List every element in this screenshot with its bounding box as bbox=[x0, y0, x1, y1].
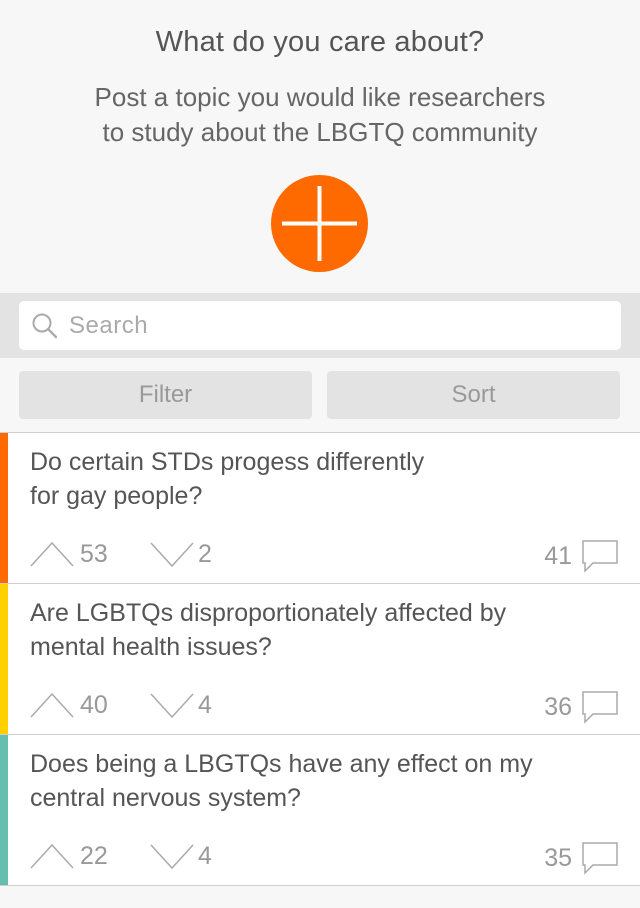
comments-button[interactable]: 36 bbox=[520, 688, 620, 726]
plus-icon bbox=[282, 186, 357, 261]
upvote-count: 22 bbox=[80, 842, 108, 870]
topic-question: Are LGBTQs disproportionately affected b… bbox=[30, 596, 620, 664]
comment-bubble-icon bbox=[582, 842, 618, 875]
comment-count: 36 bbox=[544, 693, 572, 721]
topic-question: Does being a LBGTQs have any effect on m… bbox=[30, 747, 620, 815]
filter-sort-row: Filter Sort bbox=[0, 358, 640, 432]
comment-count: 35 bbox=[544, 844, 572, 872]
search-input[interactable] bbox=[69, 307, 609, 344]
topic-question-line-1: Do certain STDs progess differently bbox=[30, 448, 425, 476]
topic-accent-stripe bbox=[0, 735, 8, 885]
header: What do you care about? Post a topic you… bbox=[0, 0, 640, 293]
comments-button[interactable]: 35 bbox=[520, 839, 620, 877]
topic-question-line-2: for gay people? bbox=[30, 482, 203, 510]
upvote-icon bbox=[30, 692, 74, 718]
search-box[interactable] bbox=[19, 301, 621, 350]
downvote-count: 2 bbox=[198, 540, 212, 568]
page-subtitle: Post a topic you would like researchers … bbox=[0, 80, 640, 150]
upvote-icon bbox=[30, 541, 74, 567]
comments-button[interactable]: 41 bbox=[520, 537, 620, 575]
downvote-count: 4 bbox=[198, 691, 212, 719]
downvote-icon bbox=[150, 844, 194, 870]
upvote-icon bbox=[30, 843, 74, 869]
topic-question-line-2: central nervous system? bbox=[30, 784, 301, 812]
search-icon bbox=[32, 313, 58, 339]
topic-card[interactable]: Does being a LBGTQs have any effect on m… bbox=[0, 735, 640, 886]
topic-accent-stripe bbox=[0, 433, 8, 583]
subtitle-line-2: to study about the LBGTQ community bbox=[102, 117, 538, 147]
search-bar bbox=[0, 293, 640, 358]
filter-button[interactable]: Filter bbox=[19, 371, 312, 419]
topic-question-line-2: mental health issues? bbox=[30, 633, 272, 661]
comment-bubble-icon bbox=[582, 691, 618, 724]
upvote-count: 53 bbox=[80, 540, 108, 568]
topic-card[interactable]: Are LGBTQs disproportionately affected b… bbox=[0, 584, 640, 735]
topic-list: Do certain STDs progess differently for … bbox=[0, 432, 640, 886]
downvote-icon bbox=[150, 693, 194, 719]
topic-question: Do certain STDs progess differently for … bbox=[30, 445, 620, 513]
downvote-icon bbox=[150, 542, 194, 568]
upvote-count: 40 bbox=[80, 691, 108, 719]
downvote-count: 4 bbox=[198, 842, 212, 870]
sort-button[interactable]: Sort bbox=[327, 371, 620, 419]
topic-question-line-1: Does being a LBGTQs have any effect on m… bbox=[30, 750, 533, 778]
comment-count: 41 bbox=[544, 542, 572, 570]
topic-card[interactable]: Do certain STDs progess differently for … bbox=[0, 433, 640, 584]
add-topic-button[interactable] bbox=[271, 175, 368, 272]
topic-question-line-1: Are LGBTQs disproportionately affected b… bbox=[30, 599, 507, 627]
subtitle-line-1: Post a topic you would like researchers bbox=[94, 82, 546, 112]
comment-bubble-icon bbox=[582, 540, 618, 573]
topic-accent-stripe bbox=[0, 584, 8, 734]
page-title: What do you care about? bbox=[155, 26, 485, 58]
